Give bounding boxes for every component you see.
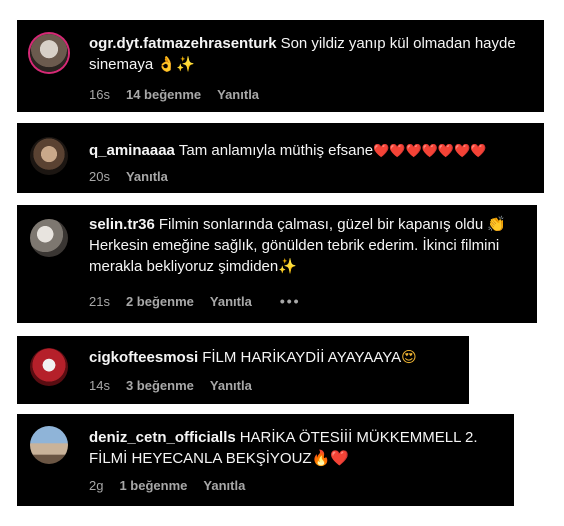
comment-username[interactable]: cigkofteesmosi [89,349,198,366]
likes-count[interactable]: 14 beğenme [126,87,201,102]
comment-time[interactable]: 16s [89,87,110,102]
reply-button[interactable]: Yanıtla [210,294,252,309]
avatar[interactable] [30,426,68,464]
comment-card: deniz_cetn_officialls HARİKA ÖTESİİİ MÜKK… [17,414,514,506]
comment-meta: 16s 14 beğenme Yanıtla [89,87,259,102]
comment-username[interactable]: ogr.dyt.fatmazehrasenturk [89,35,277,52]
heart-eyes-icon: 😍 [401,348,417,366]
comment-time[interactable]: 14s [89,378,110,393]
more-options-icon[interactable]: ••• [280,293,301,309]
avatar[interactable] [30,34,68,72]
avatar[interactable] [30,348,68,386]
comment-username[interactable]: q_aminaaaa [89,142,175,159]
heart-icon: ❤️❤️❤️❤️❤️❤️❤️ [373,144,487,159]
reply-button[interactable]: Yanıtla [210,378,252,393]
comment-text: q_aminaaaa Tam anlamıyla müthiş efsane❤️❤… [89,140,539,162]
comment-time[interactable]: 2g [89,478,103,493]
comment-meta: 2g 1 beğenme Yanıtla [89,478,245,493]
comment-username[interactable]: selin.tr36 [89,216,155,233]
avatar[interactable] [30,219,68,257]
comment-text: deniz_cetn_officialls HARİKA ÖTESİİİ MÜKK… [89,427,509,469]
likes-count[interactable]: 3 beğenme [126,378,194,393]
comment-text: ogr.dyt.fatmazehrasenturk Son yildiz yanı… [89,33,529,75]
comment-text: cigkofteesmosi FİLM HARİKAYDİİ AYAYAAYA😍 [89,347,469,368]
likes-count[interactable]: 1 beğenme [119,478,187,493]
reply-button[interactable]: Yanıtla [217,87,259,102]
comment-text: selin.tr36 Filmin sonlarında çalması, güz… [89,214,529,277]
sparkles-icon: ✨ [278,257,297,275]
comment-username[interactable]: deniz_cetn_officialls [89,429,236,446]
comment-card: cigkofteesmosi FİLM HARİKAYDİİ AYAYAAYA😍 … [17,336,469,404]
emoji-icon: 👌✨ [157,55,195,73]
comment-card: selin.tr36 Filmin sonlarında çalması, güz… [17,205,537,323]
avatar[interactable] [30,137,68,175]
comment-body: Tam anlamıyla müthiş efsane [178,142,374,159]
reply-button[interactable]: Yanıtla [203,478,245,493]
comment-body: FİLM HARİKAYDİİ AYAYAAYA [202,349,402,366]
clap-icon: 👏 [487,215,507,233]
fire-heart-icon: 🔥❤️ [311,449,349,467]
comment-time[interactable]: 21s [89,294,110,309]
comment-body: Filmin sonlarında çalması, güzel bir kap… [158,216,484,233]
comment-meta: 20s Yanıtla [89,169,168,184]
likes-count[interactable]: 2 beğenme [126,294,194,309]
comment-card: ogr.dyt.fatmazehrasenturk Son yildiz yanı… [17,20,544,112]
reply-button[interactable]: Yanıtla [126,169,168,184]
comment-meta: 14s 3 beğenme Yanıtla [89,378,252,393]
comment-card: q_aminaaaa Tam anlamıyla müthiş efsane❤️❤… [17,123,544,193]
comment-meta: 21s 2 beğenme Yanıtla ••• [89,293,301,309]
comment-time[interactable]: 20s [89,169,110,184]
